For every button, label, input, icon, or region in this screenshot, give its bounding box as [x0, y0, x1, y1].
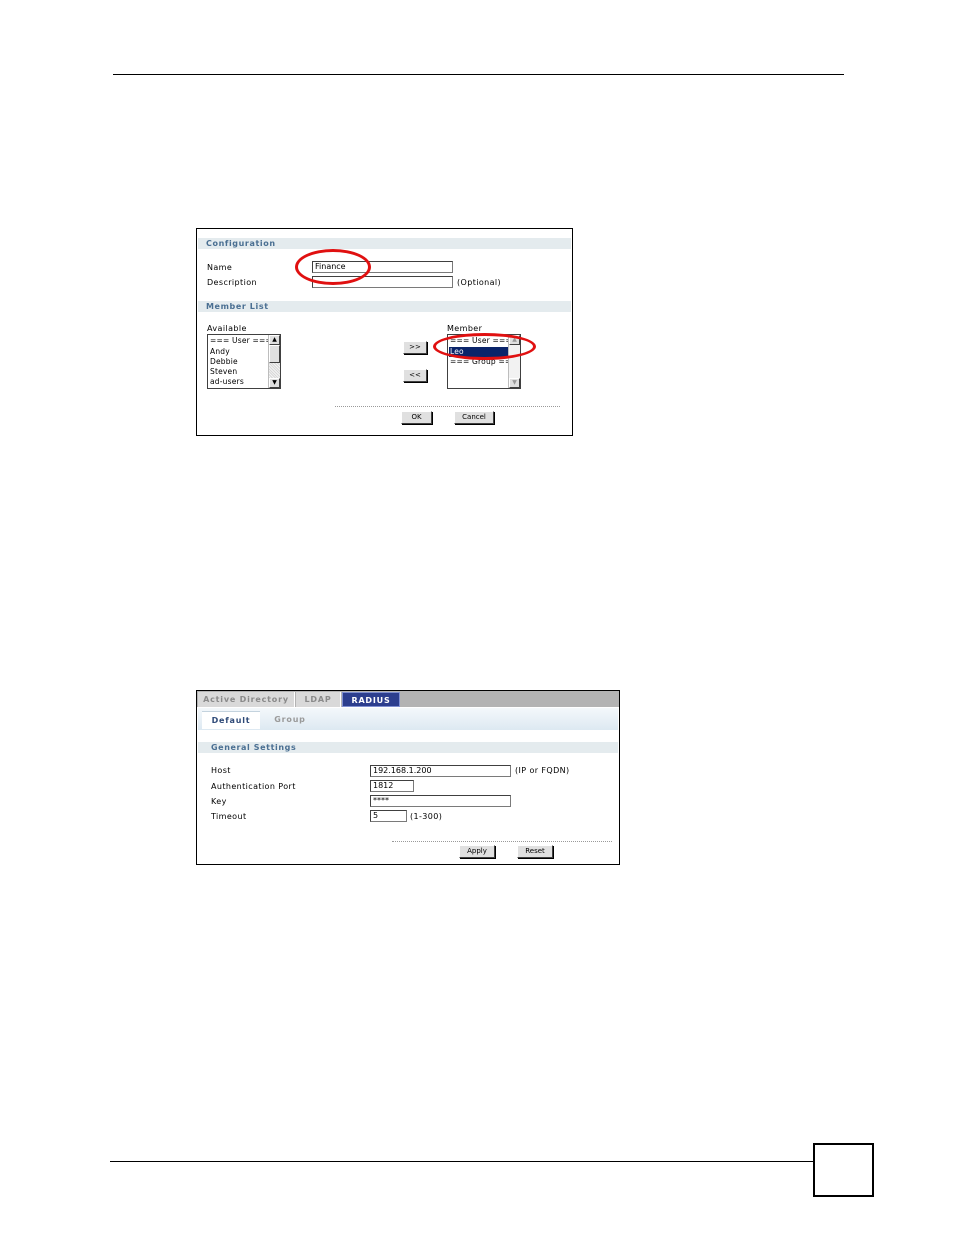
available-listbox[interactable]: === User === Andy Debbie Steven ad-users… — [207, 334, 281, 389]
key-label: Key — [211, 797, 227, 806]
host-input[interactable]: 192.168.1.200 — [370, 765, 511, 777]
subtab-bar: Default Group — [198, 708, 618, 730]
add-member-button[interactable]: >> — [403, 341, 427, 354]
timeout-hint: (1-300) — [410, 812, 443, 821]
general-settings-section-header: General Settings — [198, 742, 618, 753]
auth-server-tabstrip: Active Directory LDAP RADIUS — [197, 691, 619, 707]
timeout-input[interactable]: 5 — [370, 810, 407, 822]
host-label: Host — [211, 766, 231, 775]
scroll-track[interactable] — [269, 363, 280, 378]
timeout-label: Timeout — [211, 812, 247, 821]
scroll-down-icon[interactable]: ▼ — [509, 378, 520, 388]
member-list-section-header: Member List — [198, 301, 571, 312]
authentication-port-label: Authentication Port — [211, 782, 296, 791]
list-item[interactable]: === User === — [210, 336, 268, 346]
host-hint: (IP or FQDN) — [515, 766, 570, 775]
remove-member-button[interactable]: << — [403, 369, 427, 382]
list-item[interactable]: Andy — [210, 347, 268, 357]
apply-button[interactable]: Apply — [459, 845, 495, 858]
tab-active-directory[interactable]: Active Directory — [198, 692, 295, 707]
subtab-default[interactable]: Default — [202, 711, 260, 729]
list-item[interactable]: Steven — [210, 367, 268, 377]
page-number-box — [813, 1143, 874, 1197]
name-highlight-ellipse — [295, 249, 371, 285]
reset-button[interactable]: Reset — [517, 845, 553, 858]
configuration-section-header: Configuration — [198, 238, 571, 249]
list-item[interactable]: ad-users — [210, 377, 268, 387]
member-highlight-ellipse — [433, 333, 536, 360]
footer-rule — [110, 1161, 813, 1162]
scroll-thumb[interactable] — [269, 345, 280, 363]
subtab-group[interactable]: Group — [264, 711, 316, 728]
ok-button[interactable]: OK — [401, 411, 432, 424]
name-label: Name — [207, 263, 233, 272]
scroll-down-icon[interactable]: ▼ — [269, 378, 280, 388]
group-configuration-screenshot: Configuration Name Finance Description (… — [196, 228, 573, 436]
scroll-up-icon[interactable]: ▲ — [269, 335, 280, 345]
cancel-button[interactable]: Cancel — [454, 411, 494, 424]
description-label: Description — [207, 278, 257, 287]
tab-ldap[interactable]: LDAP — [296, 692, 341, 707]
tab-radius[interactable]: RADIUS — [342, 692, 400, 707]
button-divider — [392, 841, 612, 842]
available-label: Available — [207, 324, 247, 333]
key-input[interactable]: **** — [370, 795, 511, 807]
available-scrollbar[interactable]: ▲ ▼ — [268, 335, 280, 388]
button-divider — [335, 406, 560, 407]
authentication-port-input[interactable]: 1812 — [370, 780, 414, 792]
radius-settings-screenshot: Active Directory LDAP RADIUS Default Gro… — [196, 690, 620, 865]
header-rule — [113, 74, 844, 75]
list-item[interactable]: Debbie — [210, 357, 268, 367]
optional-hint: (Optional) — [457, 278, 502, 287]
